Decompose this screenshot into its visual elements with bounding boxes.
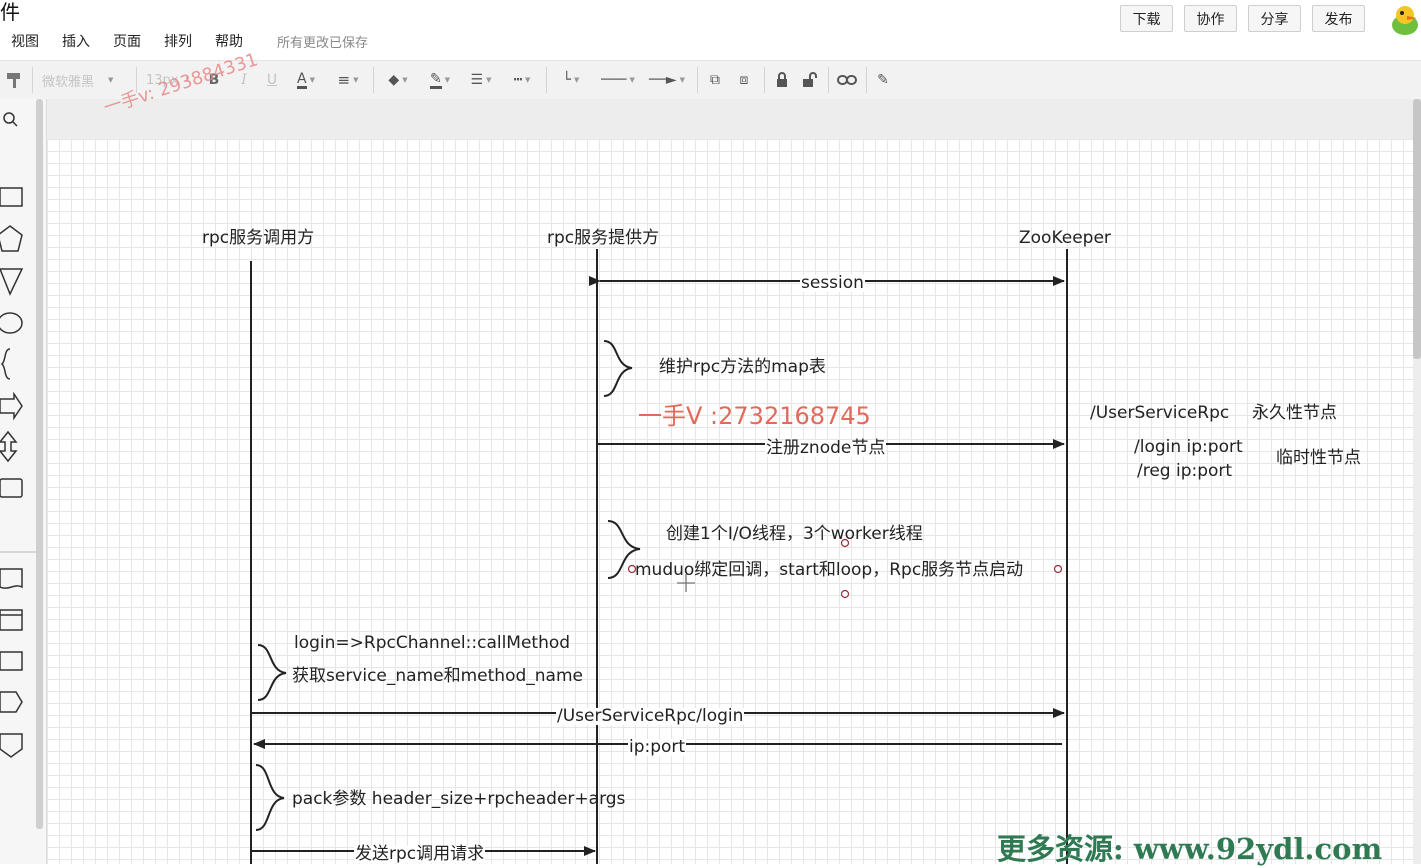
get-names-note[interactable]: 获取service_name和method_name: [292, 668, 583, 685]
map-table-brace[interactable]: [603, 340, 633, 397]
caller-actor-label[interactable]: rpc服务调用方: [202, 230, 314, 247]
pack-brace[interactable]: [255, 764, 285, 831]
register-label[interactable]: 注册znode节点: [765, 440, 887, 457]
zk-reg-node[interactable]: /reg ip:port: [1137, 463, 1232, 480]
muduo-note[interactable]: muduo绑定回调，start和loop，Rpc服务节点启动: [635, 562, 1023, 579]
call-method-brace[interactable]: [257, 644, 287, 701]
session-label[interactable]: session: [800, 275, 865, 292]
sequence-diagram: [250, 249, 1068, 864]
ip-port-label[interactable]: ip:port: [628, 739, 687, 756]
provider-actor-label[interactable]: rpc服务提供方: [547, 230, 659, 247]
footer-watermark: 更多资源: www.92ydl.com: [997, 832, 1383, 866]
map-table-note[interactable]: 维护rpc方法的map表: [659, 359, 826, 376]
threads-note[interactable]: 创建1个I/O线程，3个worker线程: [666, 526, 923, 543]
pack-note[interactable]: pack参数 header_size+rpcheader+args: [292, 791, 625, 808]
zk-root-node[interactable]: /UserServiceRpc: [1090, 405, 1229, 422]
red-watermark: 一手V :2732168745: [638, 402, 871, 430]
lookup-label[interactable]: /UserServiceRpc/login: [556, 708, 745, 725]
call-method-note[interactable]: login=>RpcChannel::callMethod: [294, 635, 570, 652]
zk-login-node[interactable]: /login ip:port: [1134, 439, 1243, 456]
zookeeper-actor-label[interactable]: ZooKeeper: [1019, 230, 1111, 247]
send-request-label[interactable]: 发送rpc调用请求: [354, 846, 486, 863]
zk-persistent-label[interactable]: 永久性节点: [1252, 405, 1337, 422]
zk-ephemeral-label[interactable]: 临时性节点: [1276, 450, 1361, 467]
